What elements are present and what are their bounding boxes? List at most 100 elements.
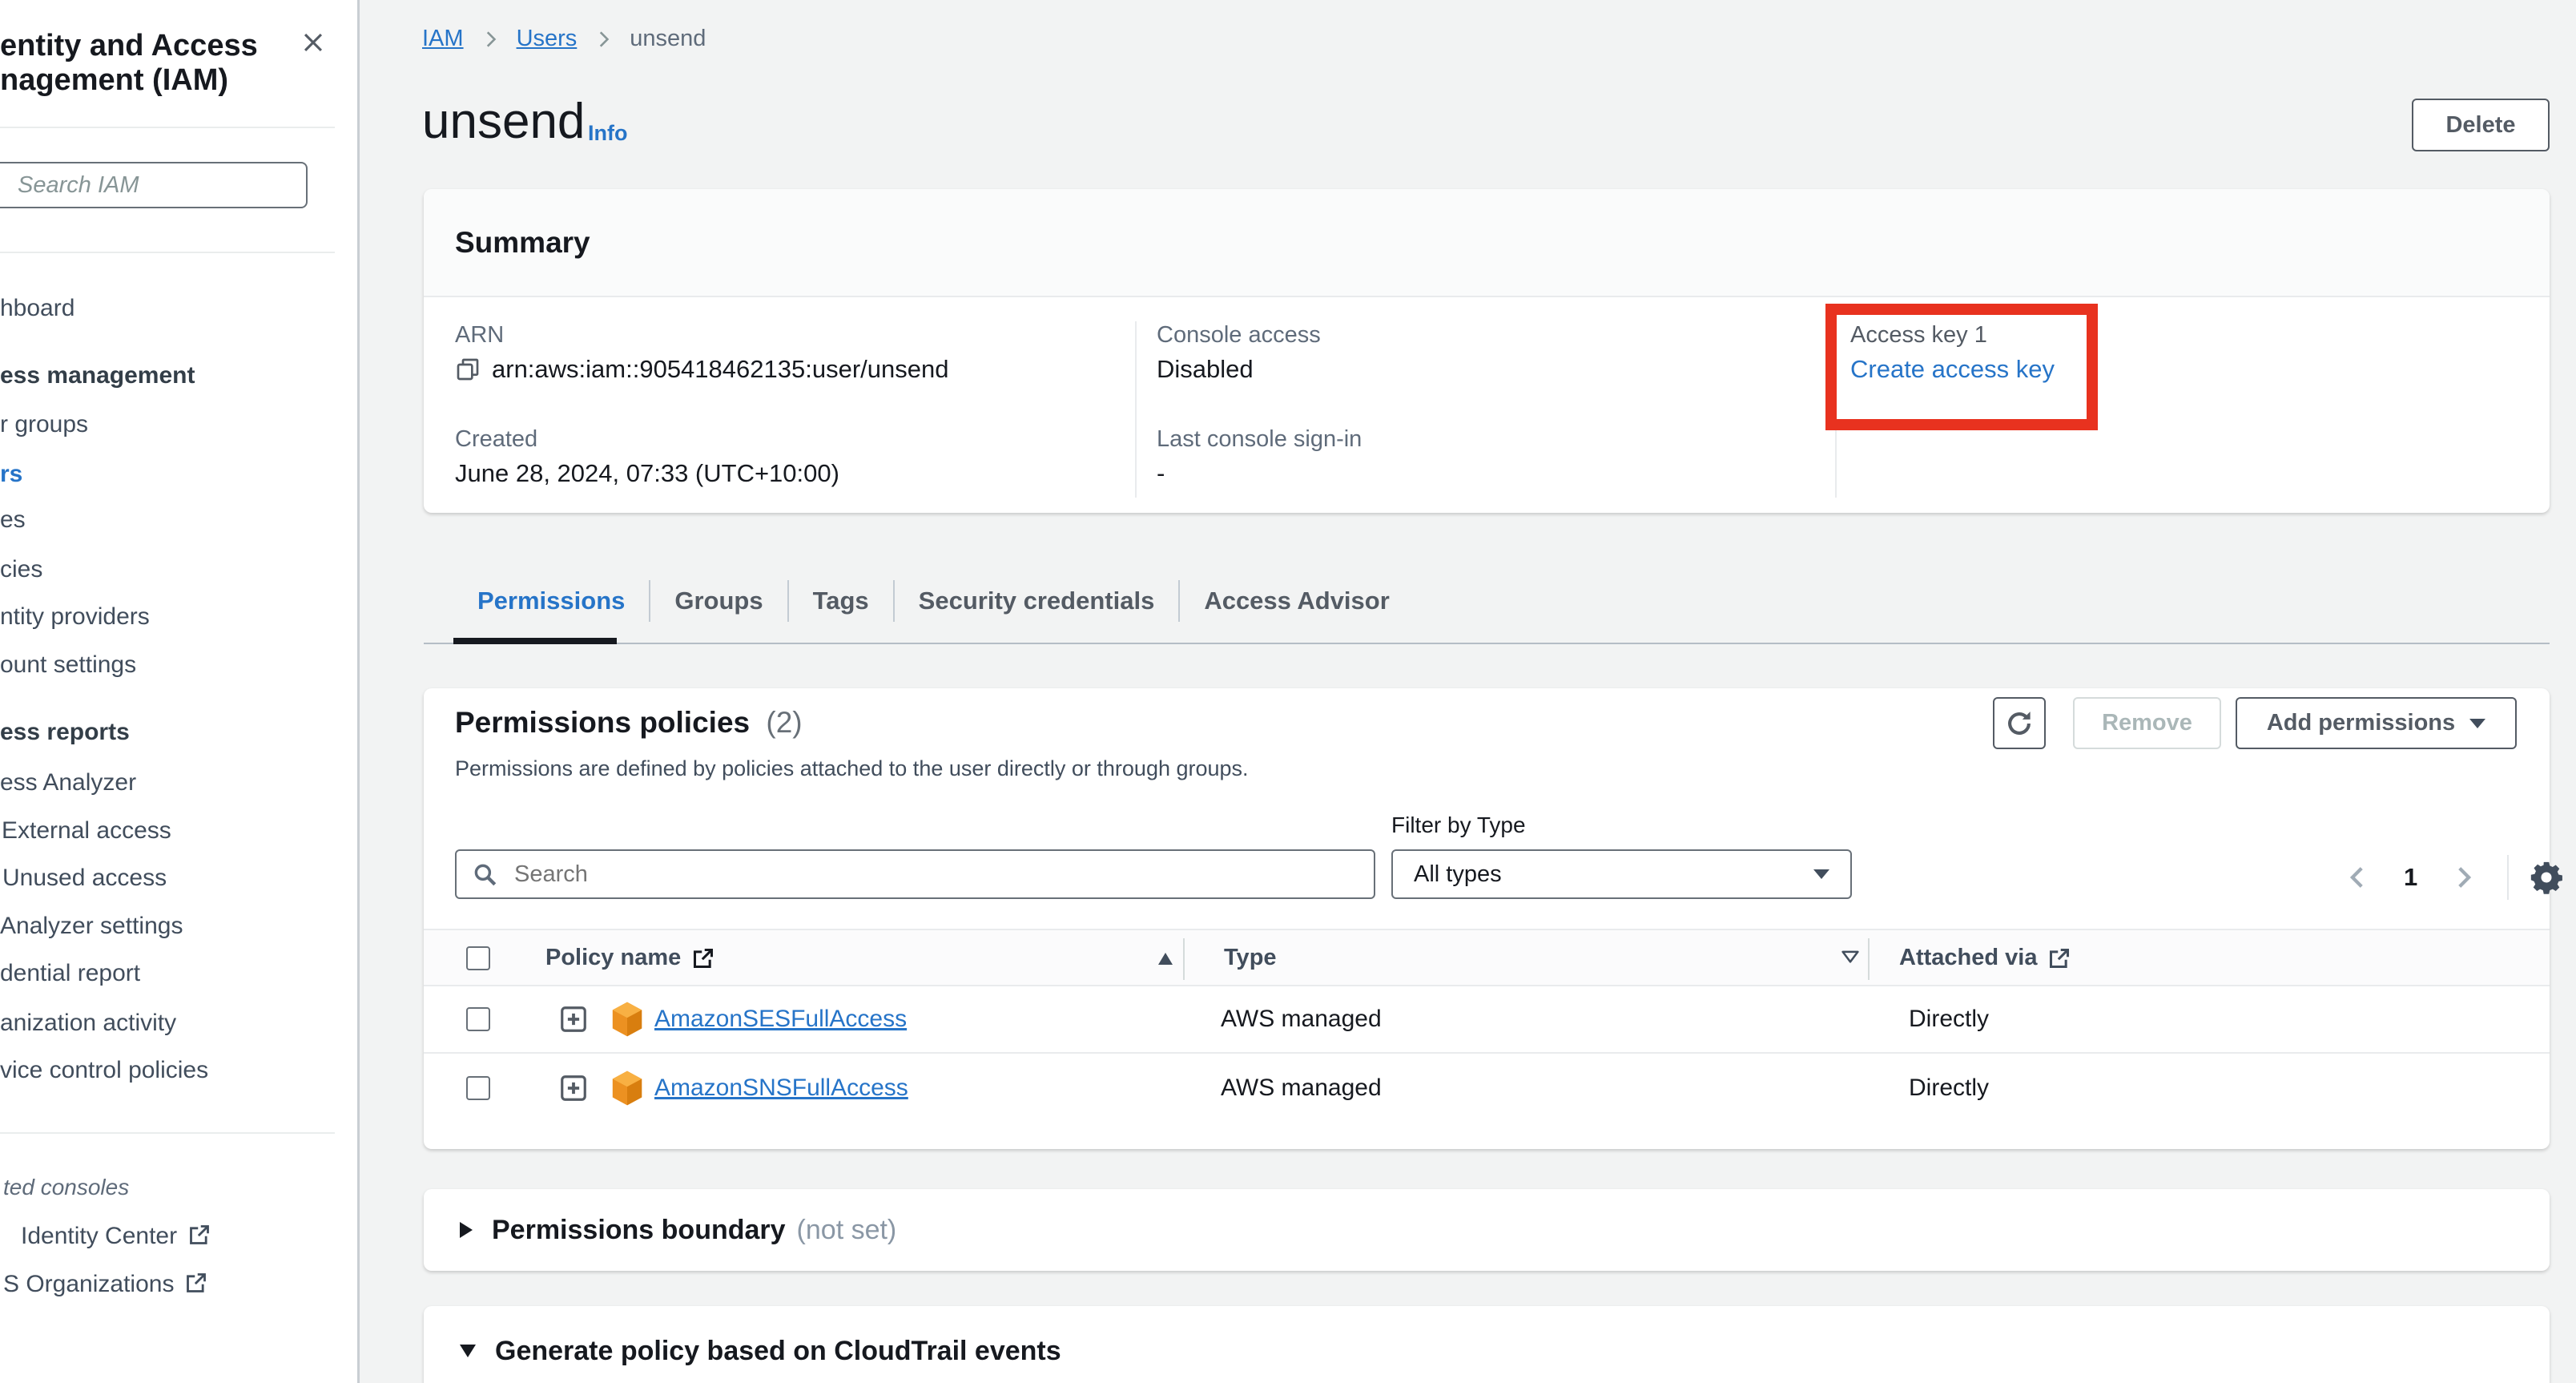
sidebar-title: entity and Access nagement (IAM): [0, 29, 258, 98]
column-divider: [1183, 938, 1185, 980]
info-link[interactable]: Info: [588, 121, 627, 146]
select-all-checkbox[interactable]: [466, 946, 490, 970]
tab-bottom-line: [424, 643, 2550, 644]
panel-title: Permissions policies: [455, 706, 750, 739]
chevron-right-icon: [480, 29, 501, 50]
table-header-row: Policy name Type Attached via: [424, 929, 2550, 986]
arn-label: ARN: [455, 322, 504, 349]
row-checkbox[interactable]: [466, 1076, 490, 1100]
sidebar-item-dashboard[interactable]: hboard: [0, 292, 74, 325]
panel-title-row: Permissions policies (2): [455, 706, 803, 740]
sidebar-search-input[interactable]: [0, 162, 308, 208]
external-link-icon: [2048, 947, 2071, 970]
pagination: 1: [2333, 855, 2565, 900]
arn-value: arn:aws:iam::905418462135:user/unsend: [492, 355, 948, 384]
sidebar-item-users[interactable]: rs: [0, 458, 22, 490]
summary-header: Summary: [424, 189, 2550, 297]
summary-heading: Summary: [455, 226, 590, 260]
page-next-icon[interactable]: [2438, 864, 2488, 891]
sidebar-item-credential-report[interactable]: dential report: [0, 958, 140, 990]
sidebar-item-account-settings[interactable]: ount settings: [0, 649, 136, 681]
sidebar-item-access-analyzer[interactable]: ess Analyzer: [0, 767, 136, 799]
boundary-title: Permissions boundary: [492, 1215, 786, 1246]
breadcrumb: IAM Users unsend: [422, 26, 706, 52]
search-icon: [471, 861, 498, 888]
tab-tags[interactable]: Tags: [789, 587, 893, 615]
gear-icon[interactable]: [2528, 859, 2565, 896]
sidebar-item-policies[interactable]: cies: [0, 554, 42, 586]
console-access-value: Disabled: [1157, 355, 1254, 384]
sidebar-item-user-groups[interactable]: r groups: [0, 409, 88, 441]
iam-user-detail-page: entity and Access nagement (IAM) hboard …: [0, 0, 2576, 1383]
last-signin-value: -: [1157, 459, 1165, 488]
sidebar-item-aws-organizations[interactable]: S Organizations: [3, 1268, 207, 1300]
external-link-icon: [692, 947, 714, 970]
page-title: unsend: [422, 93, 585, 150]
breadcrumb-users-link[interactable]: Users: [517, 26, 578, 52]
sidebar-item-organization-activity[interactable]: anization activity: [0, 1007, 176, 1039]
sidebar-section-related-consoles: ted consoles: [3, 1171, 129, 1204]
external-link-icon: [188, 1224, 211, 1246]
sidebar-item-roles[interactable]: es: [0, 504, 26, 536]
created-label: Created: [455, 426, 537, 453]
type-filter-dropdown[interactable]: All types: [1391, 849, 1852, 899]
sidebar-title-line2: nagement (IAM): [0, 63, 258, 98]
copy-icon[interactable]: [455, 357, 481, 382]
create-access-key-link[interactable]: Create access key: [1850, 355, 2055, 384]
add-permissions-button[interactable]: Add permissions: [2236, 697, 2517, 749]
delete-button[interactable]: Delete: [2412, 99, 2550, 151]
sidebar-item-identity-providers[interactable]: ntity providers: [0, 601, 150, 633]
tab-access-advisor[interactable]: Access Advisor: [1180, 587, 1413, 615]
type-filter-value: All types: [1414, 861, 1502, 888]
policy-link[interactable]: AmazonSNSFullAccess: [654, 1075, 908, 1102]
table-row: AmazonSESFullAccess AWS managed Directly: [424, 986, 2550, 1054]
sidebar-item-identity-center[interactable]: Identity Center: [21, 1220, 211, 1252]
policy-type: AWS managed: [1221, 1006, 1382, 1033]
summary-column-divider: [1835, 321, 1837, 498]
cloudtrail-header[interactable]: Generate policy based on CloudTrail even…: [424, 1317, 2550, 1383]
refresh-button[interactable]: [1993, 697, 2046, 749]
access-key-label: Access key 1: [1850, 322, 1987, 349]
collapse-section-icon[interactable]: [460, 1345, 476, 1357]
sidebar-divider: [0, 252, 335, 253]
breadcrumb-iam-link[interactable]: IAM: [422, 26, 464, 52]
pagination-divider: [2507, 855, 2509, 900]
permissions-boundary-card[interactable]: Permissions boundary (not set): [424, 1189, 2550, 1271]
arn-row: arn:aws:iam::905418462135:user/unsend: [455, 355, 948, 384]
sort-ascending-icon[interactable]: [1158, 953, 1173, 965]
managed-policy-icon: [610, 1001, 644, 1038]
filter-by-type-label: Filter by Type: [1391, 812, 1526, 838]
permissions-policies-card: Permissions policies (2) Permissions are…: [424, 688, 2550, 1149]
close-icon[interactable]: [300, 29, 327, 56]
sidebar-item-unused-access[interactable]: Unused access: [2, 862, 167, 894]
column-policy-name[interactable]: Policy name: [545, 945, 714, 971]
expand-row-icon[interactable]: [558, 1073, 589, 1103]
remove-button[interactable]: Remove: [2073, 697, 2221, 749]
row-checkbox[interactable]: [466, 1007, 490, 1031]
summary-card: Summary ARN arn:aws:iam::905418462135:us…: [424, 189, 2550, 513]
sidebar-item-external-access[interactable]: External access: [2, 815, 171, 847]
breadcrumb-current: unsend: [630, 26, 706, 52]
last-signin-label: Last console sign-in: [1157, 426, 1362, 453]
expand-row-icon[interactable]: [558, 1004, 589, 1034]
cloudtrail-card: Generate policy based on CloudTrail even…: [424, 1306, 2550, 1383]
page-number[interactable]: 1: [2383, 863, 2438, 892]
expand-section-icon[interactable]: [460, 1222, 473, 1238]
console-access-label: Console access: [1157, 322, 1321, 349]
managed-policy-icon: [610, 1070, 644, 1107]
sidebar-item-service-control-policies[interactable]: vice control policies: [0, 1054, 208, 1087]
sidebar-item-analyzer-settings[interactable]: Analyzer settings: [0, 910, 183, 942]
tab-permissions[interactable]: Permissions: [453, 587, 649, 615]
column-type: Type: [1224, 945, 1277, 971]
panel-description: Permissions are defined by policies atta…: [455, 756, 1249, 781]
created-value: June 28, 2024, 07:33 (UTC+10:00): [455, 459, 839, 488]
policy-search-input[interactable]: [455, 849, 1375, 899]
tab-bar: Permissions Groups Tags Security credent…: [424, 561, 1414, 641]
page-prev-icon[interactable]: [2333, 864, 2383, 891]
tab-security-credentials[interactable]: Security credentials: [895, 587, 1179, 615]
policy-link[interactable]: AmazonSESFullAccess: [654, 1006, 907, 1033]
sidebar-divider: [0, 1132, 335, 1134]
filter-icon[interactable]: [1838, 946, 1862, 970]
boundary-status: (not set): [797, 1215, 897, 1246]
tab-groups[interactable]: Groups: [650, 587, 787, 615]
